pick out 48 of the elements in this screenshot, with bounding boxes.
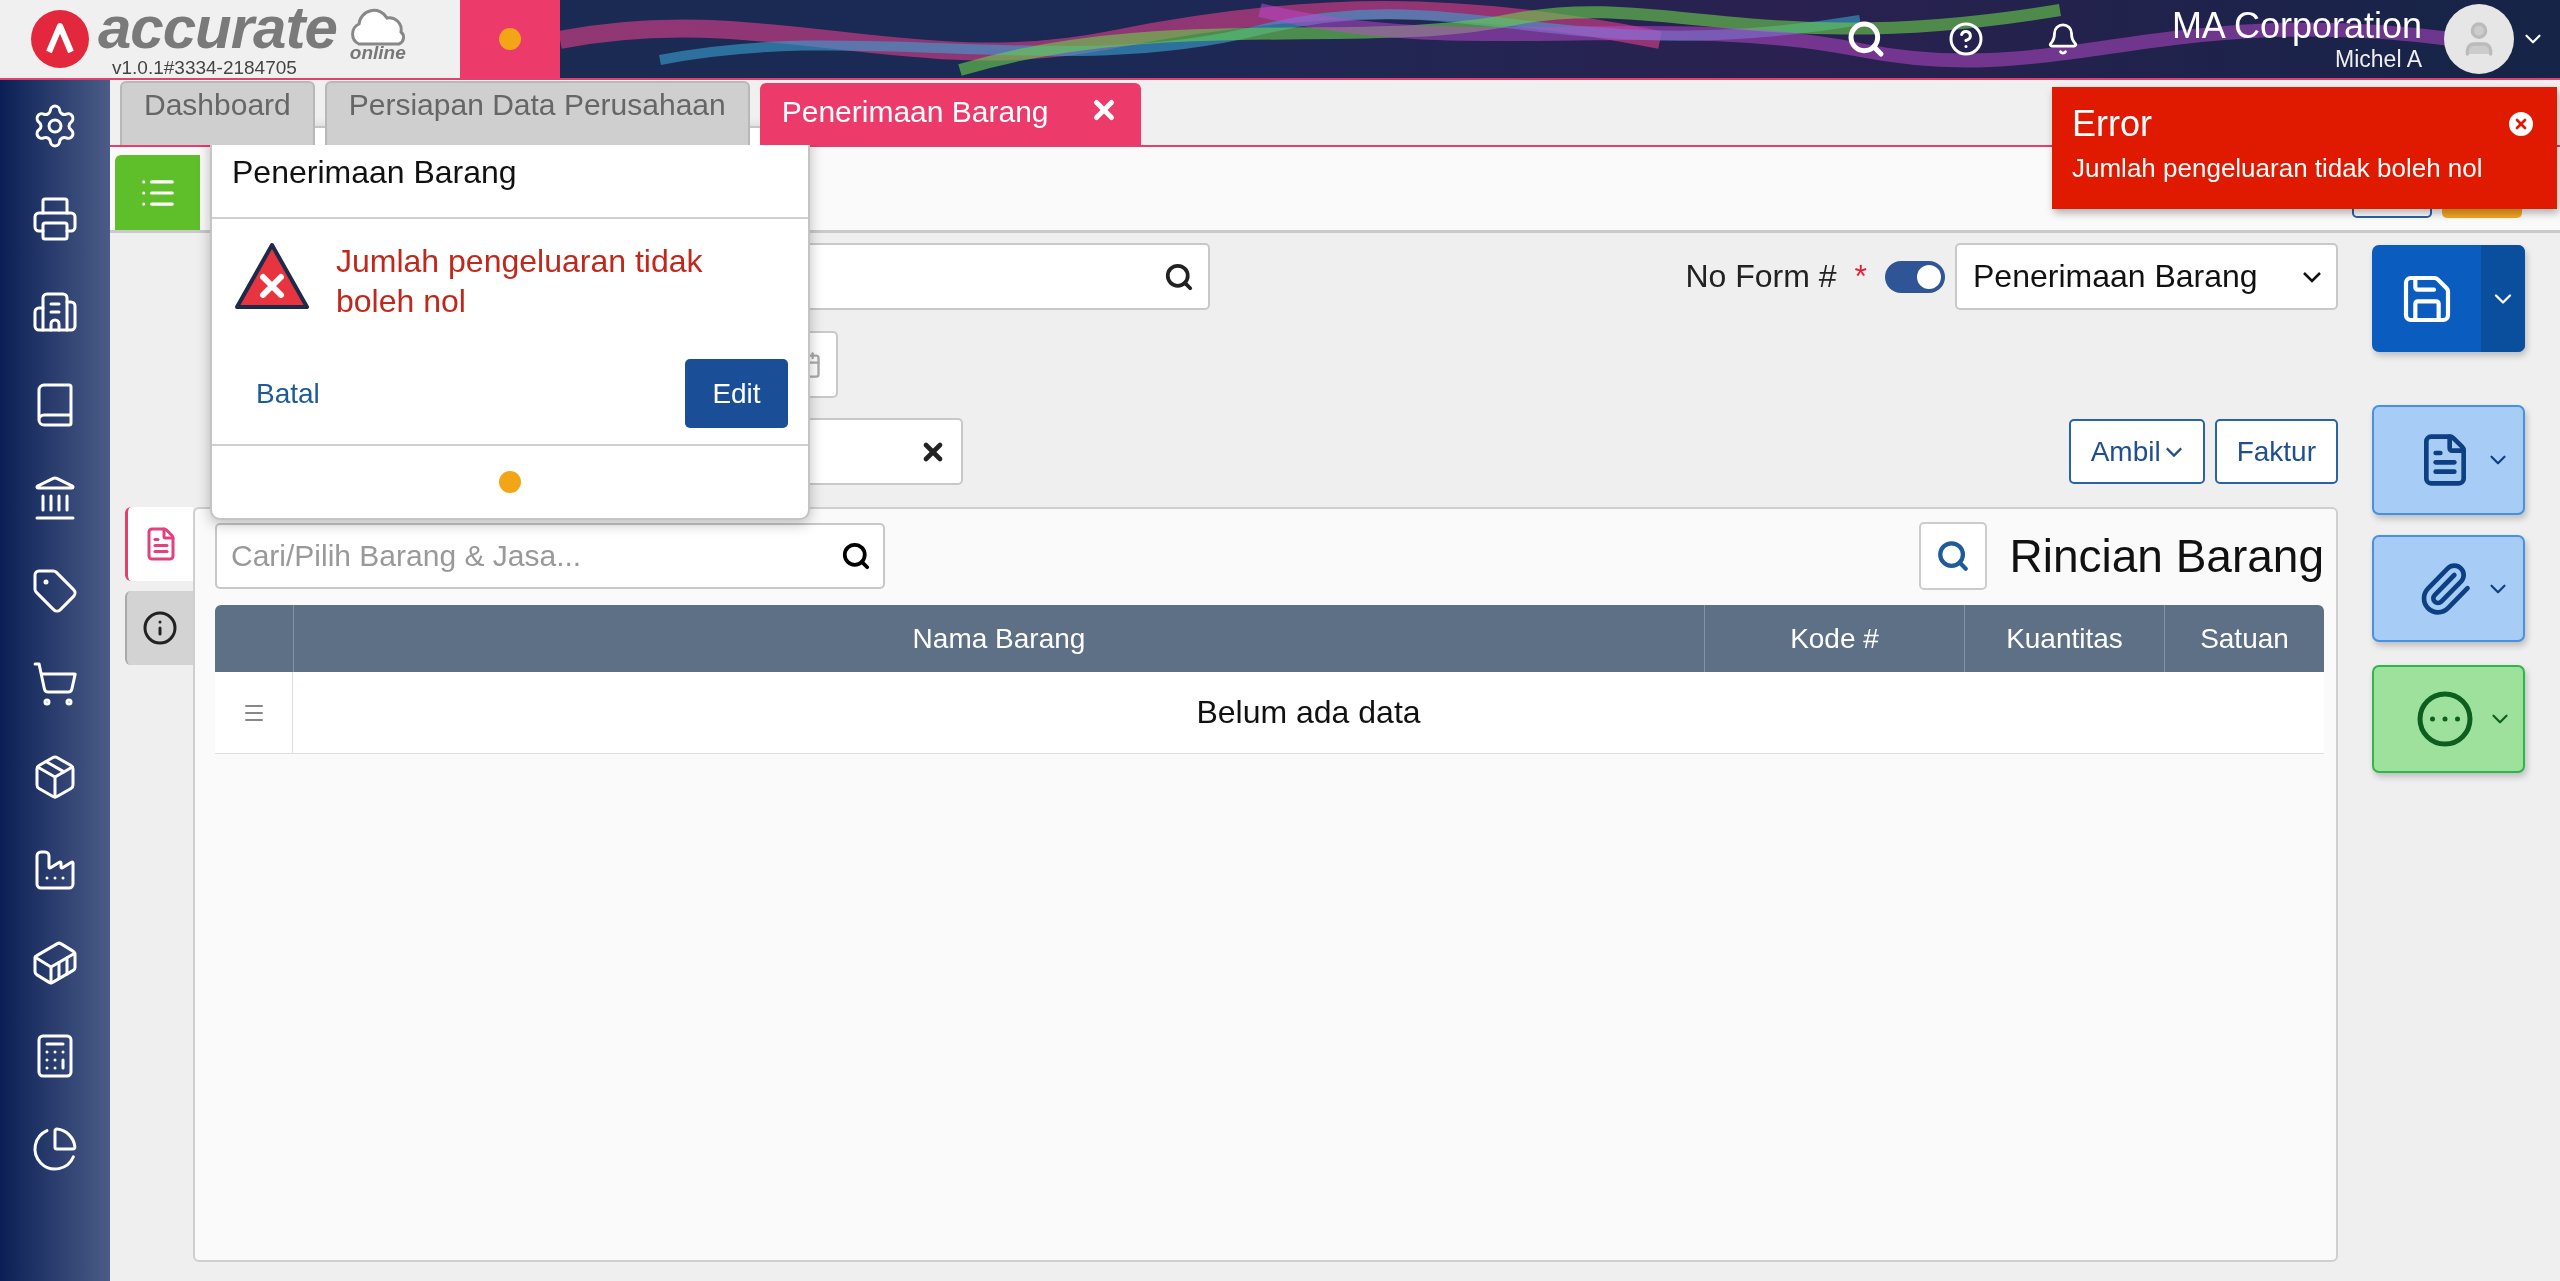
- user-name: Michel A: [2335, 45, 2422, 73]
- info-icon: [142, 610, 178, 646]
- save-button[interactable]: [2372, 245, 2525, 352]
- company-name: MA Corporation: [2171, 5, 2422, 46]
- dialog-message: Jumlah pengeluaran tidak boleh nol: [336, 242, 704, 321]
- form-type-select[interactable]: Penerimaan Barang: [1955, 243, 2338, 310]
- search-icon[interactable]: [1164, 261, 1194, 292]
- document-button[interactable]: [2372, 405, 2525, 515]
- side-tab[interactable]: [125, 591, 193, 665]
- tab[interactable]: Dashboard: [120, 81, 315, 145]
- cancel-link[interactable]: Batal: [256, 377, 320, 410]
- more-button[interactable]: [2372, 665, 2525, 773]
- error-icon: [234, 241, 310, 311]
- column-header: Kuantitas: [1964, 605, 2164, 672]
- edit-button[interactable]: Edit: [685, 359, 788, 428]
- tab[interactable]: Penerimaan Barang: [759, 83, 1141, 145]
- panel-title: Rincian Barang: [2009, 529, 2324, 583]
- toast-message: Jumlah pengeluaran tidak boleh nol: [2072, 153, 2484, 184]
- container-icon[interactable]: [31, 939, 79, 987]
- status-dot: [499, 471, 521, 493]
- column-header: Nama Barang: [293, 605, 1704, 672]
- column-header: Kode #: [1704, 605, 1964, 672]
- empty-message: Belum ada data: [293, 672, 2324, 754]
- pie-chart-icon[interactable]: [31, 1125, 79, 1173]
- search-icon: [841, 541, 871, 571]
- caret-icon: [2164, 445, 2183, 458]
- search-button[interactable]: [1919, 522, 1988, 590]
- caret-icon: [2302, 270, 2322, 283]
- tab[interactable]: Persiapan Data Perusahaan: [324, 81, 750, 145]
- attachment-button[interactable]: [2372, 535, 2525, 642]
- cart-icon[interactable]: [31, 660, 79, 708]
- toast-title: Error: [2072, 103, 2152, 145]
- column-header: Satuan: [2164, 605, 2324, 672]
- price-tag-icon[interactable]: [31, 567, 79, 615]
- printer-icon[interactable]: [31, 195, 79, 243]
- action-button[interactable]: Ambil: [2068, 419, 2205, 484]
- field-label: No Form #: [1685, 258, 1837, 295]
- status-dot: [499, 28, 521, 50]
- search-icon: [1936, 539, 1971, 573]
- toggle-switch[interactable]: [1885, 260, 1945, 293]
- version-text: v1.0.1#3334-2184705: [112, 57, 298, 79]
- logo-text: accurate: [98, 0, 337, 57]
- logo-subtitle: online: [349, 42, 406, 64]
- required-mark: *: [1854, 258, 1867, 295]
- action-button[interactable]: Faktur: [2214, 419, 2338, 484]
- logo-icon: [30, 9, 90, 69]
- search-field[interactable]: Cari/Pilih Barang & Jasa...: [215, 523, 885, 589]
- help-icon[interactable]: [1947, 21, 1984, 57]
